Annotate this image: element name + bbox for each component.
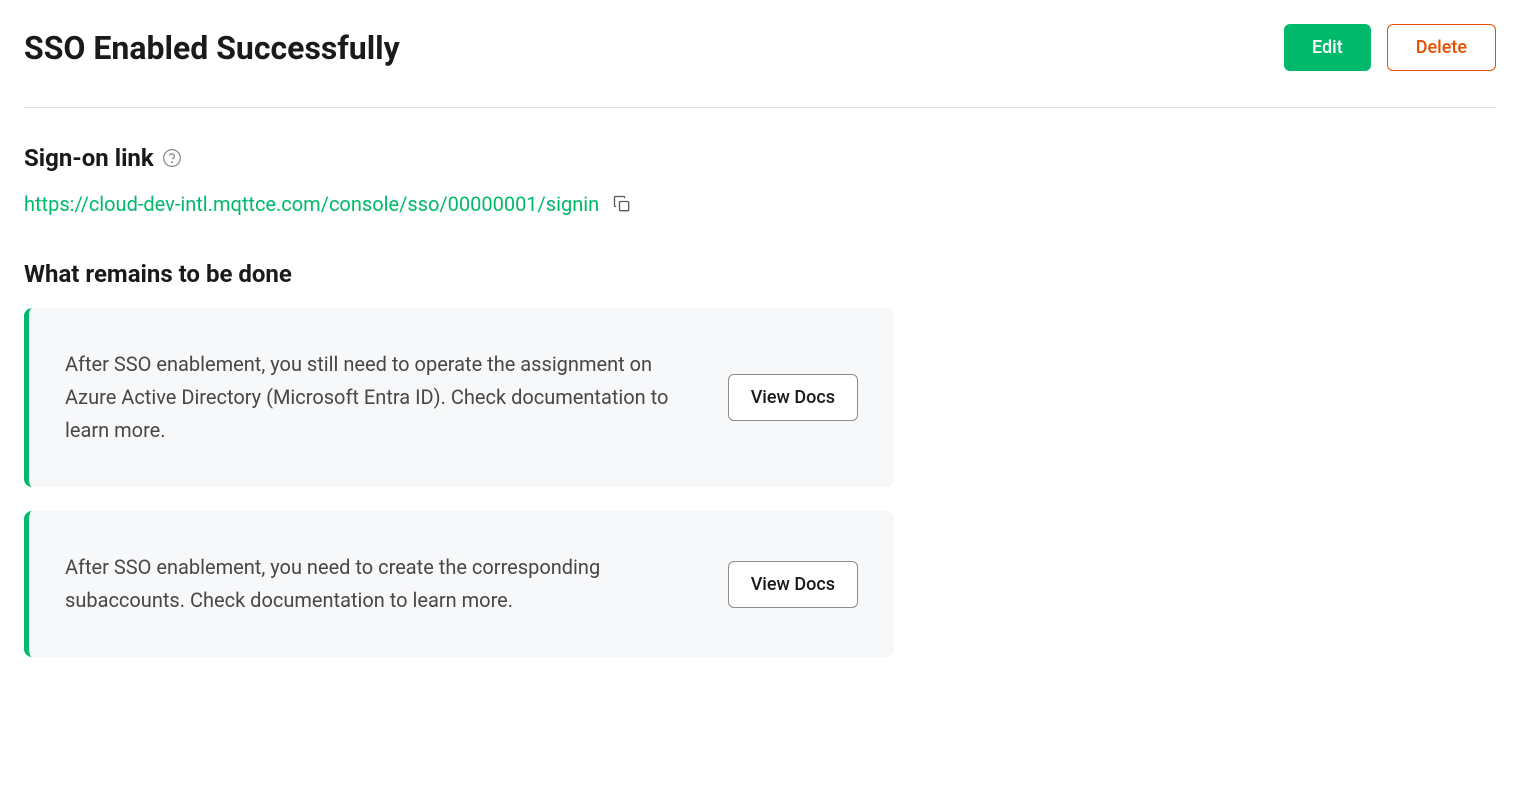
- signon-section: Sign-on link https://cloud-dev-intl.mqtt…: [24, 144, 1496, 216]
- signon-link-row: https://cloud-dev-intl.mqttce.com/consol…: [24, 192, 1496, 216]
- todo-cards: After SSO enablement, you still need to …: [24, 308, 894, 657]
- help-icon[interactable]: [162, 148, 182, 168]
- edit-button[interactable]: Edit: [1284, 24, 1371, 71]
- page-title: SSO Enabled Successfully: [24, 29, 400, 67]
- todo-text: After SSO enablement, you still need to …: [65, 348, 700, 447]
- signon-title: Sign-on link: [24, 144, 1496, 172]
- view-docs-button[interactable]: View Docs: [728, 374, 858, 421]
- copy-icon[interactable]: [611, 193, 633, 215]
- todo-card: After SSO enablement, you need to create…: [24, 511, 894, 657]
- todo-card: After SSO enablement, you still need to …: [24, 308, 894, 487]
- delete-button[interactable]: Delete: [1387, 24, 1496, 71]
- signon-title-text: Sign-on link: [24, 144, 154, 172]
- signon-link[interactable]: https://cloud-dev-intl.mqttce.com/consol…: [24, 192, 599, 216]
- header-actions: Edit Delete: [1284, 24, 1496, 71]
- page-header: SSO Enabled Successfully Edit Delete: [24, 24, 1496, 108]
- todo-section: What remains to be done After SSO enable…: [24, 260, 1496, 657]
- todo-text: After SSO enablement, you need to create…: [65, 551, 700, 617]
- view-docs-button[interactable]: View Docs: [728, 561, 858, 608]
- todo-title: What remains to be done: [24, 260, 1496, 288]
